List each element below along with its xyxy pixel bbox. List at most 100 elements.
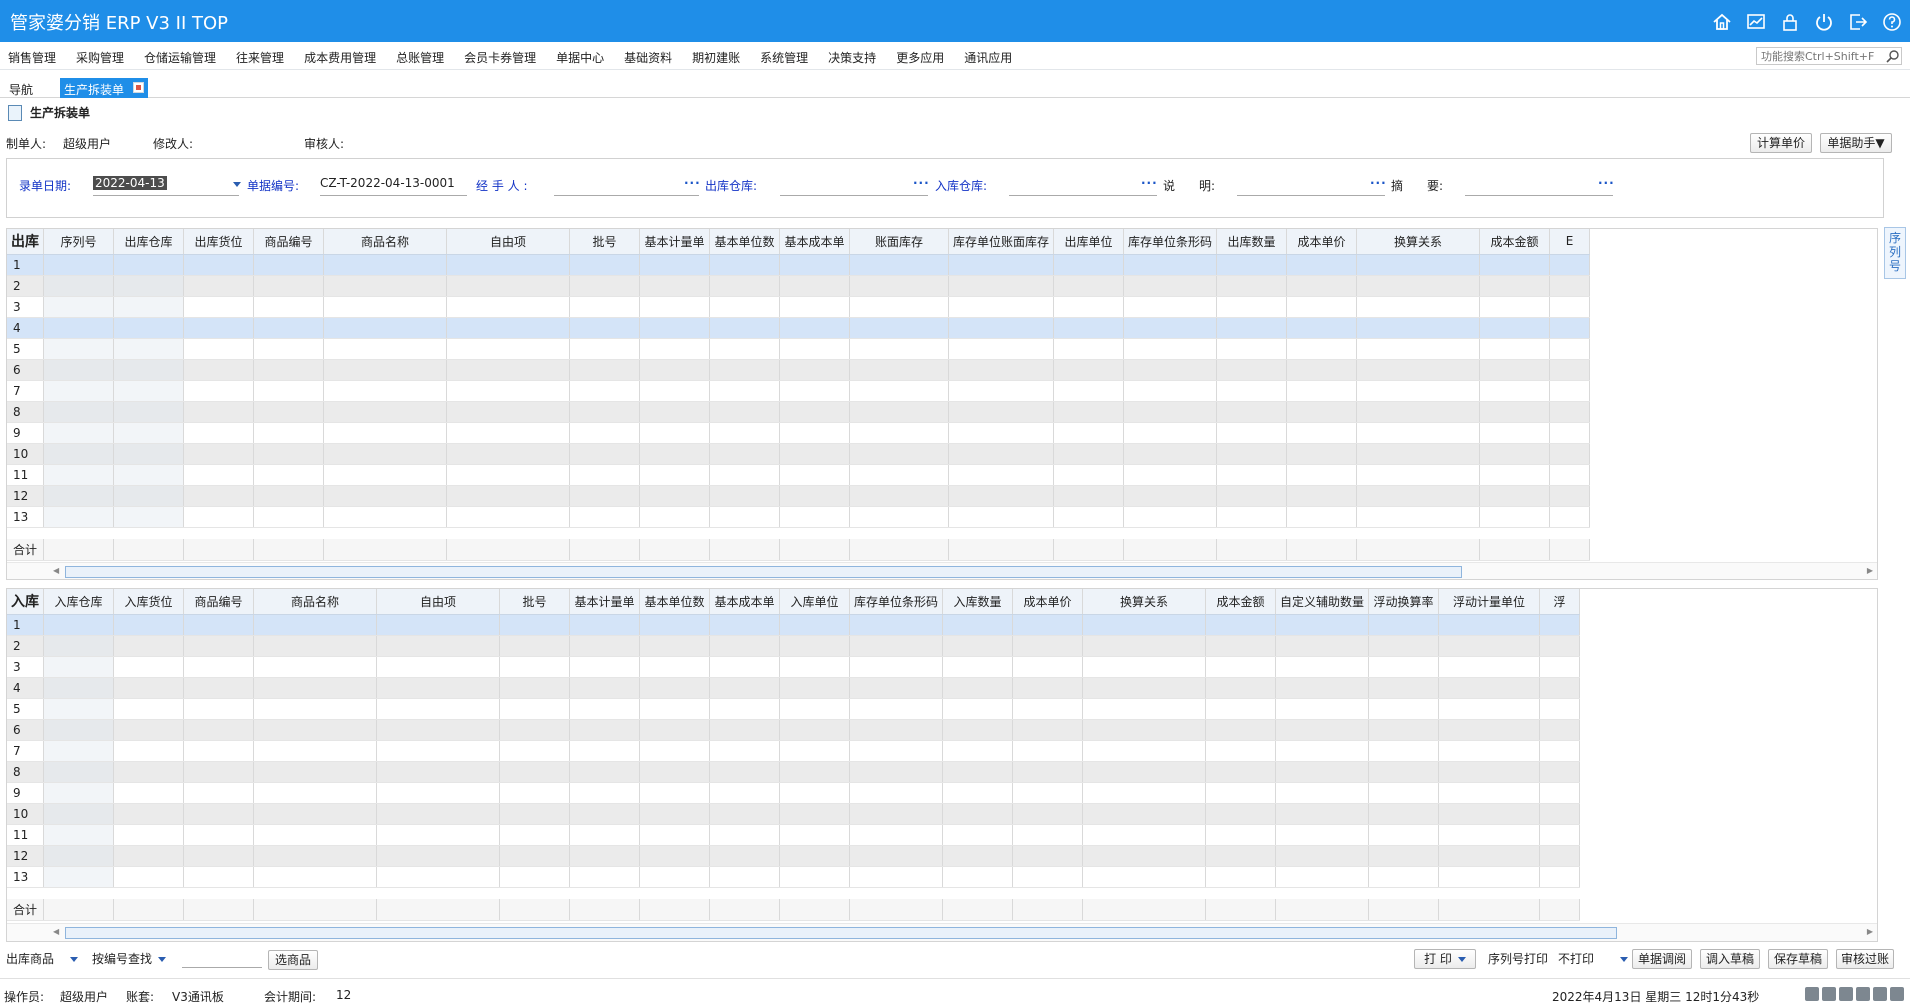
grid-cell[interactable] xyxy=(113,254,184,276)
grid-cell[interactable] xyxy=(948,380,1055,402)
grid-cell[interactable] xyxy=(1205,782,1277,804)
home-status-icon[interactable] xyxy=(1890,987,1904,1001)
column-header[interactable]: 基本成本单 xyxy=(709,589,780,615)
grid-cell[interactable] xyxy=(183,401,254,423)
grid-cell[interactable] xyxy=(709,464,780,486)
grid-cell[interactable] xyxy=(113,464,184,486)
grid-cell[interactable] xyxy=(639,359,710,381)
grid-cell[interactable] xyxy=(253,422,324,444)
grid-cell[interactable] xyxy=(43,422,114,444)
grid-cell[interactable] xyxy=(323,485,447,507)
grid-cell[interactable] xyxy=(1368,740,1440,762)
grid-cell[interactable] xyxy=(253,656,377,678)
grid-cell[interactable] xyxy=(942,635,1014,657)
grid-cell[interactable] xyxy=(446,485,570,507)
grid-cell[interactable] xyxy=(1479,422,1551,444)
column-header[interactable]: 序列号 xyxy=(43,229,114,255)
grid-cell[interactable] xyxy=(376,656,500,678)
grid-cell[interactable] xyxy=(709,761,780,783)
grid-icon[interactable] xyxy=(1856,987,1870,1001)
grid-cell[interactable] xyxy=(569,719,640,741)
grid-cell[interactable] xyxy=(1205,824,1277,846)
grid-cell[interactable] xyxy=(779,380,850,402)
search-icon[interactable] xyxy=(1886,49,1900,63)
grid-cell[interactable] xyxy=(942,761,1014,783)
grid-cell[interactable] xyxy=(253,338,324,360)
grid-cell[interactable] xyxy=(709,635,780,657)
grid-cell[interactable] xyxy=(948,275,1055,297)
menu-item[interactable]: 单据中心 xyxy=(556,49,604,66)
grid-cell[interactable] xyxy=(942,698,1014,720)
column-header[interactable]: 基本成本单 xyxy=(779,229,850,255)
grid-cell[interactable] xyxy=(376,845,500,867)
grid-cell[interactable] xyxy=(1012,866,1084,888)
grid-cell[interactable] xyxy=(639,275,710,297)
menu-item[interactable]: 决策支持 xyxy=(828,49,876,66)
grid-cell[interactable] xyxy=(1438,845,1541,867)
grid-cell[interactable] xyxy=(569,698,640,720)
grid-cell[interactable] xyxy=(376,782,500,804)
grid-cell[interactable] xyxy=(1438,740,1541,762)
grid-cell[interactable] xyxy=(376,614,500,636)
grid-cell[interactable] xyxy=(1479,485,1551,507)
grid-cell[interactable] xyxy=(446,275,570,297)
grid-cell[interactable] xyxy=(446,464,570,486)
grid-cell[interactable] xyxy=(1216,275,1288,297)
grid-cell[interactable] xyxy=(323,296,447,318)
home-icon[interactable] xyxy=(1710,10,1734,34)
grid-cell[interactable] xyxy=(1053,380,1125,402)
grid-cell[interactable] xyxy=(43,656,114,678)
grid-cell[interactable] xyxy=(849,635,944,657)
grid-cell[interactable] xyxy=(43,317,114,339)
grid-cell[interactable] xyxy=(1356,443,1481,465)
grid-cell[interactable] xyxy=(1123,254,1218,276)
grid-cell[interactable] xyxy=(779,506,850,528)
grid-cell[interactable] xyxy=(1479,296,1551,318)
function-search-input[interactable] xyxy=(1756,47,1902,65)
grid-cell[interactable] xyxy=(1368,656,1440,678)
grid-cell[interactable] xyxy=(779,845,850,867)
grid-cell[interactable] xyxy=(948,506,1055,528)
grid-cell[interactable] xyxy=(1053,485,1125,507)
grid-cell[interactable] xyxy=(1286,506,1358,528)
grid-cell[interactable] xyxy=(1082,614,1207,636)
grid-cell[interactable] xyxy=(779,761,850,783)
grid-cell[interactable] xyxy=(323,275,447,297)
grid-cell[interactable] xyxy=(849,338,949,360)
grid-cell[interactable] xyxy=(1082,824,1207,846)
grid-cell[interactable] xyxy=(1368,698,1440,720)
grid-cell[interactable] xyxy=(1275,635,1370,657)
lock-icon[interactable] xyxy=(1778,10,1802,34)
column-header[interactable]: 自由项 xyxy=(446,229,570,255)
grid-cell[interactable] xyxy=(446,296,570,318)
column-header[interactable]: 换算关系 xyxy=(1356,229,1481,255)
grid-cell[interactable] xyxy=(323,506,447,528)
grid-cell[interactable] xyxy=(43,866,114,888)
grid-cell[interactable] xyxy=(942,866,1014,888)
grid-cell[interactable] xyxy=(779,719,850,741)
grid-cell[interactable] xyxy=(948,422,1055,444)
grid-cell[interactable] xyxy=(569,317,640,339)
grid-cell[interactable] xyxy=(1356,317,1481,339)
grid-cell[interactable] xyxy=(1275,740,1370,762)
grid-cell[interactable] xyxy=(779,338,850,360)
grid-cell[interactable] xyxy=(709,380,780,402)
grid-cell[interactable] xyxy=(849,614,944,636)
grid-cell[interactable] xyxy=(446,401,570,423)
grid-cell[interactable] xyxy=(323,422,447,444)
grid-cell[interactable] xyxy=(183,506,254,528)
grid-cell[interactable] xyxy=(1549,254,1591,276)
grid-cell[interactable] xyxy=(1286,317,1358,339)
column-header[interactable]: E xyxy=(1549,229,1591,255)
grid-cell[interactable] xyxy=(113,740,184,762)
grid-cell[interactable] xyxy=(183,317,254,339)
grid-cell[interactable] xyxy=(323,464,447,486)
column-header[interactable]: 批号 xyxy=(499,589,570,615)
grid-cell[interactable] xyxy=(499,866,570,888)
grid-cell[interactable] xyxy=(1216,380,1288,402)
grid-cell[interactable] xyxy=(639,317,710,339)
grid-cell[interactable] xyxy=(569,464,640,486)
grid-cell[interactable] xyxy=(1539,656,1581,678)
grid-cell[interactable] xyxy=(948,338,1055,360)
grid-cell[interactable] xyxy=(1123,275,1218,297)
